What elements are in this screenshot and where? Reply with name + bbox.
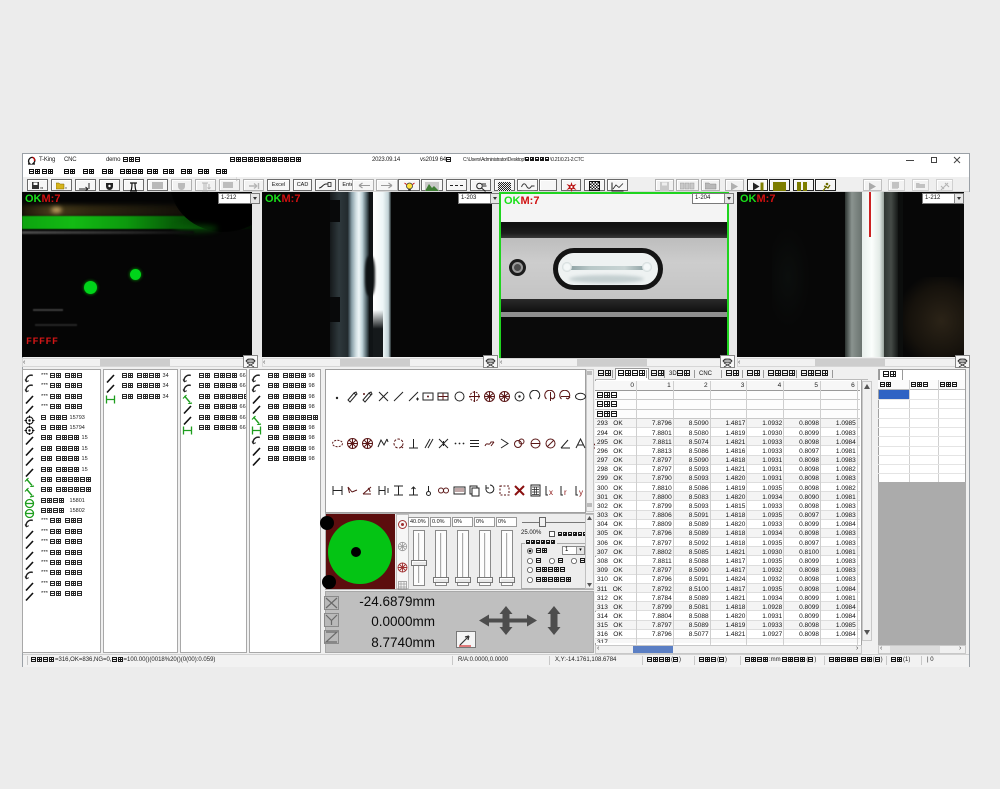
svg-text:r: r [564,488,567,497]
svg-text:x: x [549,488,553,497]
svg-text:y: y [579,488,583,497]
